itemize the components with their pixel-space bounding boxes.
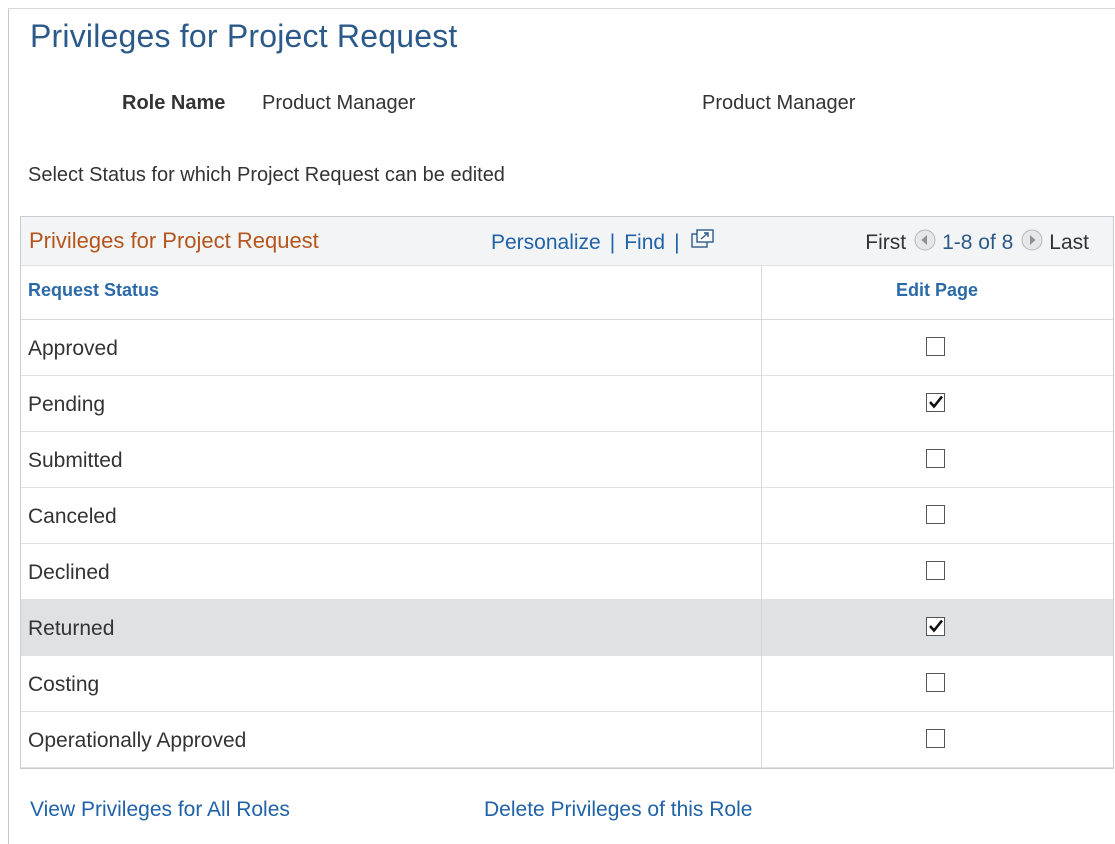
edit-page-checkbox[interactable] bbox=[926, 617, 945, 636]
table-row: Submitted bbox=[21, 431, 1113, 488]
find-link[interactable]: Find bbox=[624, 231, 665, 255]
request-status-cell: Approved bbox=[28, 337, 118, 360]
edit-page-checkbox[interactable] bbox=[926, 337, 945, 356]
grid-toolbar: Personalize | Find | bbox=[491, 229, 715, 255]
edit-page-checkbox[interactable] bbox=[926, 729, 945, 748]
role-description: Product Manager bbox=[702, 92, 856, 114]
page-title: Privileges for Project Request bbox=[30, 18, 458, 54]
privileges-grid: Privileges for Project Request Personali… bbox=[20, 216, 1114, 769]
table-row: Canceled bbox=[21, 487, 1113, 544]
previous-arrow-icon[interactable] bbox=[914, 229, 936, 251]
request-status-cell: Costing bbox=[28, 673, 100, 696]
personalize-link[interactable]: Personalize bbox=[491, 231, 601, 255]
popout-icon[interactable] bbox=[690, 229, 715, 249]
column-header-row: Request Status Edit Page bbox=[21, 265, 1113, 320]
edit-page-checkbox[interactable] bbox=[926, 449, 945, 468]
request-status-cell: Operationally Approved bbox=[28, 729, 247, 752]
column-header-request-status[interactable]: Request Status bbox=[28, 280, 159, 301]
column-divider bbox=[761, 265, 762, 768]
edit-page-checkbox[interactable] bbox=[926, 393, 945, 412]
table-row: Approved bbox=[21, 319, 1113, 376]
row-count: 1-8 of 8 bbox=[942, 231, 1014, 254]
edit-page-checkbox[interactable] bbox=[926, 561, 945, 580]
instruction-text: Select Status for which Project Request … bbox=[28, 164, 505, 186]
toolbar-separator: | bbox=[609, 231, 616, 254]
checkmark-icon bbox=[929, 619, 944, 633]
next-arrow-icon[interactable] bbox=[1021, 229, 1043, 251]
delete-privileges-role-link[interactable]: Delete Privileges of this Role bbox=[484, 798, 752, 822]
request-status-cell: Canceled bbox=[28, 505, 117, 528]
table-row: Returned bbox=[21, 599, 1113, 656]
role-name-label: Role Name bbox=[122, 92, 226, 114]
last-label: Last bbox=[1049, 231, 1089, 254]
request-status-cell: Declined bbox=[28, 561, 110, 584]
table-row: Costing bbox=[21, 655, 1113, 712]
edit-page-checkbox[interactable] bbox=[926, 673, 945, 692]
grid-pager: First 1-8 of 8 Last bbox=[865, 229, 1089, 255]
table-row: Operationally Approved bbox=[21, 711, 1113, 768]
request-status-cell: Returned bbox=[28, 617, 115, 640]
role-name-value: Product Manager bbox=[262, 92, 416, 114]
toolbar-separator: | bbox=[674, 231, 680, 254]
page-frame-left-border bbox=[8, 8, 9, 844]
view-privileges-all-roles-link[interactable]: View Privileges for All Roles bbox=[30, 798, 290, 822]
table-row: Declined bbox=[21, 543, 1113, 600]
grid-header: Privileges for Project Request Personali… bbox=[21, 217, 1113, 266]
checkmark-icon bbox=[929, 395, 944, 409]
request-status-cell: Submitted bbox=[28, 449, 123, 472]
first-label: First bbox=[865, 231, 907, 254]
table-row: Pending bbox=[21, 375, 1113, 432]
page-frame-top-border bbox=[8, 8, 1115, 9]
grid-title: Privileges for Project Request bbox=[29, 228, 319, 253]
edit-page-checkbox[interactable] bbox=[926, 505, 945, 524]
request-status-cell: Pending bbox=[28, 393, 106, 416]
column-header-edit-page[interactable]: Edit Page bbox=[761, 280, 1113, 301]
